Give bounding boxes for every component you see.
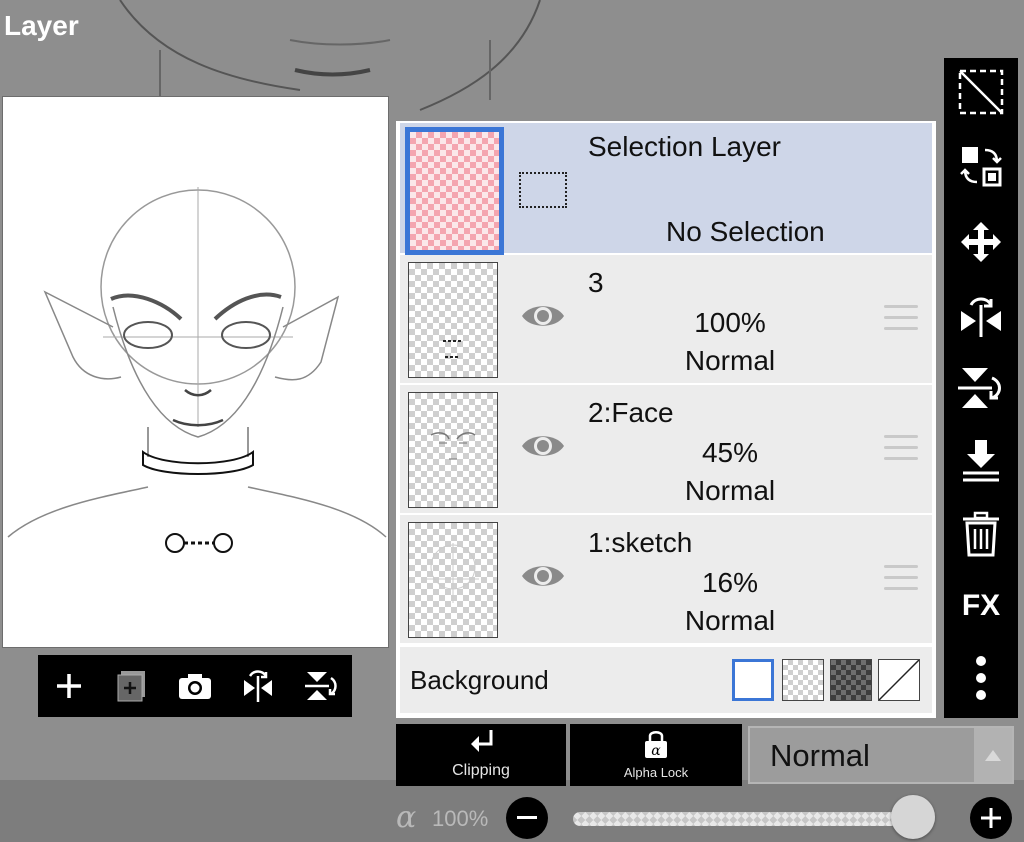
flip-vertical-button[interactable] xyxy=(299,664,343,708)
preview-toolbar xyxy=(38,655,352,717)
opacity-value: 100% xyxy=(432,806,489,831)
eye-icon[interactable] xyxy=(520,301,566,331)
layer-name: Selection Layer xyxy=(588,131,782,162)
background-label: Background xyxy=(410,665,549,695)
background-transparent-swatch[interactable] xyxy=(782,659,824,701)
drag-handle-icon[interactable] xyxy=(884,305,918,338)
layer-name: 3 xyxy=(588,267,604,298)
more-icon xyxy=(976,656,986,700)
clipping-icon xyxy=(471,730,493,752)
merge-down-button[interactable] xyxy=(957,436,1005,484)
layer-blend-mode: Normal xyxy=(684,345,776,376)
opacity-slider[interactable] xyxy=(573,812,935,826)
camera-icon xyxy=(178,674,211,699)
drag-handle-icon[interactable] xyxy=(884,435,918,468)
blend-mode-value: Normal xyxy=(770,738,870,773)
eye-icon[interactable] xyxy=(520,561,566,591)
opacity-increase-button[interactable] xyxy=(970,797,1012,839)
lock-icon: α xyxy=(645,731,667,759)
layer-row[interactable]: 1:sketch 16% Normal xyxy=(400,515,932,645)
merge-down-icon xyxy=(963,440,999,482)
right-toolbar: FX xyxy=(944,58,1018,718)
clipping-label: Clipping xyxy=(452,762,510,779)
selection-layer-row[interactable]: Selection Layer No Selection xyxy=(400,123,932,255)
add-layer-button[interactable] xyxy=(47,664,91,708)
layer-row[interactable]: 2:Face 45% Normal xyxy=(400,385,932,515)
layer-thumbnail xyxy=(408,522,498,638)
selection-layer-thumbnail xyxy=(405,127,504,255)
delete-layer-button[interactable] xyxy=(957,510,1005,558)
select-layer-button[interactable] xyxy=(957,68,1005,116)
layer-opacity: 100% xyxy=(694,307,766,338)
plus-icon xyxy=(981,808,1001,828)
layer-name: 2:Face xyxy=(588,397,674,428)
layer-thumbnail xyxy=(408,392,498,508)
flip-vertical-icon xyxy=(958,368,1001,408)
background-white-swatch[interactable] xyxy=(732,659,774,701)
selection-status: No Selection xyxy=(666,216,825,247)
blend-mode-select[interactable]: Normal xyxy=(748,726,1014,784)
transform-button[interactable] xyxy=(957,142,1005,190)
panel-title: Layer xyxy=(4,10,79,41)
sketch-drawing xyxy=(7,187,387,553)
clipping-button[interactable]: Clipping xyxy=(396,724,566,786)
fx-button[interactable]: FX xyxy=(957,582,1005,630)
flip-horizontal-icon xyxy=(961,297,1001,337)
add-copy-layer-icon xyxy=(117,671,146,702)
layer-thumbnail xyxy=(408,262,498,378)
background-dark-checker-swatch[interactable] xyxy=(830,659,872,701)
drag-handle-icon[interactable] xyxy=(884,565,918,598)
move-icon xyxy=(961,222,1001,262)
layer-opacity: 45% xyxy=(701,437,759,468)
canvas-preview[interactable] xyxy=(2,96,389,648)
opacity-symbol: α xyxy=(396,800,417,835)
more-button[interactable] xyxy=(957,654,1005,702)
layer-blend-mode: Normal xyxy=(684,475,776,506)
add-copy-layer-button[interactable] xyxy=(110,664,154,708)
flip-vertical-icon xyxy=(304,672,337,700)
layer-row[interactable]: 3 100% Normal xyxy=(400,255,932,385)
eye-icon[interactable] xyxy=(520,431,566,461)
minus-icon xyxy=(517,816,537,819)
layer-name: 1:sketch xyxy=(588,527,693,558)
flip-horizontal-button[interactable] xyxy=(957,292,1005,340)
flip-horizontal-icon xyxy=(243,670,272,702)
flip-vertical-button[interactable] xyxy=(957,364,1005,412)
background-row: Background xyxy=(400,647,932,713)
caret-up-icon xyxy=(974,728,1012,782)
background-none-swatch[interactable] xyxy=(878,659,920,701)
select-layer-icon xyxy=(958,69,1004,115)
svg-text:α: α xyxy=(651,743,661,759)
camera-button[interactable] xyxy=(173,664,217,708)
layer-panel: Selection Layer No Selection 3 100% Norm… xyxy=(396,121,936,718)
layer-blend-mode: Normal xyxy=(684,605,776,636)
flip-horizontal-button[interactable] xyxy=(236,664,280,708)
transform-icon xyxy=(960,147,1002,187)
alpha-lock-button[interactable]: α Alpha Lock xyxy=(570,724,742,786)
plus-icon xyxy=(57,674,82,698)
trash-icon xyxy=(963,511,999,557)
opacity-decrease-button[interactable] xyxy=(506,797,548,839)
layer-opacity: 16% xyxy=(701,567,759,598)
alpha-lock-label: Alpha Lock xyxy=(623,765,689,780)
selection-marquee-icon xyxy=(519,172,567,208)
opacity-slider-thumb[interactable] xyxy=(891,795,935,839)
move-button[interactable] xyxy=(957,218,1005,266)
